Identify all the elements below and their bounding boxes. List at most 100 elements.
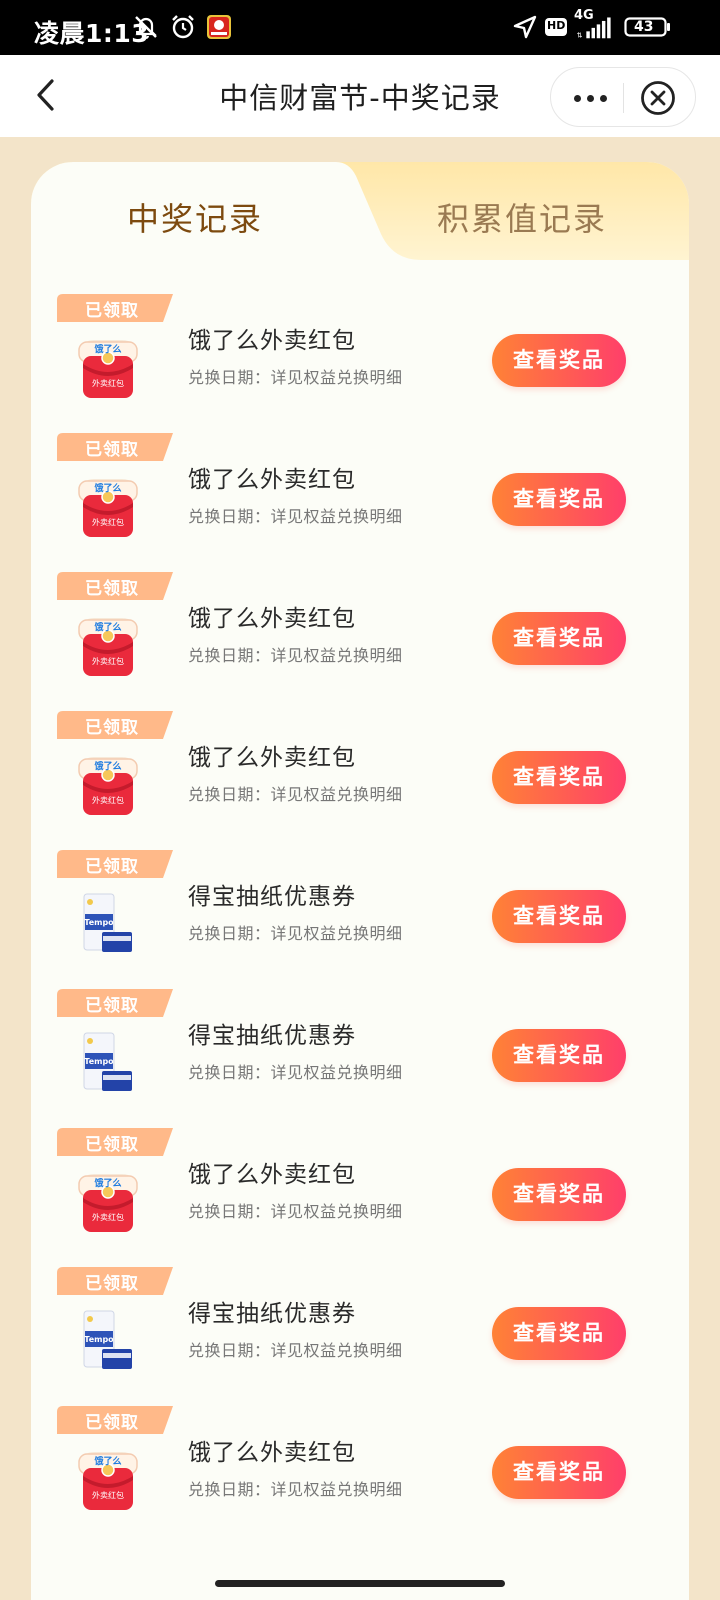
signal-strength-icon: ⇅ xyxy=(577,17,611,39)
claimed-badge-label: 已领取 xyxy=(85,718,139,738)
record-row: 已领取 饿了么 外卖红包 饿了么外卖红包 兑换日期：详见权益兑换明细 查看奖品 xyxy=(31,711,689,850)
redeem-date: 兑换日期：详见权益兑换明细 xyxy=(188,646,403,665)
view-prize-button[interactable]: 查看奖品 xyxy=(492,1168,626,1221)
tissue-pack-icon: Tempo xyxy=(76,890,140,958)
svg-text:饿了么: 饿了么 xyxy=(93,1455,121,1467)
redeem-date: 兑换日期：详见权益兑换明细 xyxy=(188,785,403,804)
record-row: 已领取 饿了么 外卖红包 饿了么外卖红包 兑换日期：详见权益兑换明细 查看奖品 xyxy=(31,294,689,433)
tissue-pack-icon: Tempo xyxy=(76,1029,140,1097)
view-prize-button[interactable]: 查看奖品 xyxy=(492,612,626,665)
chevron-left-icon xyxy=(37,79,54,111)
redeem-date: 兑换日期：详见权益兑换明细 xyxy=(188,1202,403,1221)
page-title: 中信财富节-中奖记录 xyxy=(219,81,501,115)
prize-name: 得宝抽纸优惠券 xyxy=(188,1301,356,1327)
record-row: 已领取 Tempo 得宝抽纸优惠券 兑换日期：详见权益兑换明细 查看奖品 xyxy=(31,850,689,989)
claimed-badge-label: 已领取 xyxy=(85,1274,139,1294)
record-row: 已领取 饿了么 外卖红包 饿了么外卖红包 兑换日期：详见权益兑换明细 查看奖品 xyxy=(31,572,689,711)
claimed-badge-label: 已领取 xyxy=(85,996,139,1016)
svg-text:饿了么: 饿了么 xyxy=(93,760,121,772)
svg-text:外卖红包: 外卖红包 xyxy=(92,795,124,805)
record-row: 已领取 饿了么 外卖红包 饿了么外卖红包 兑换日期：详见权益兑换明细 查看奖品 xyxy=(31,1406,689,1545)
svg-text:⇅: ⇅ xyxy=(577,31,583,39)
back-button[interactable] xyxy=(26,75,66,115)
nav-bar: 中信财富节-中奖记录 xyxy=(0,55,720,137)
svg-text:饿了么: 饿了么 xyxy=(93,621,121,633)
close-button[interactable] xyxy=(640,80,676,116)
claimed-badge: 已领取 xyxy=(57,1406,173,1434)
claimed-badge-label: 已领取 xyxy=(85,440,139,460)
view-prize-button[interactable]: 查看奖品 xyxy=(492,1307,626,1360)
claimed-badge: 已领取 xyxy=(57,989,173,1017)
claimed-badge-label: 已领取 xyxy=(85,1135,139,1155)
svg-text:饿了么: 饿了么 xyxy=(93,1177,121,1189)
red-envelope-icon: 饿了么 外卖红包 xyxy=(76,473,140,541)
claimed-badge: 已领取 xyxy=(57,711,173,739)
tab-prize-records[interactable]: 中奖记录 xyxy=(127,194,263,240)
redeem-date: 兑换日期：详见权益兑换明细 xyxy=(188,1341,403,1360)
svg-text:外卖红包: 外卖红包 xyxy=(92,656,124,666)
svg-text:饿了么: 饿了么 xyxy=(93,482,121,494)
claimed-badge-label: 已领取 xyxy=(85,1413,139,1433)
prize-name: 得宝抽纸优惠券 xyxy=(188,884,356,910)
svg-text:外卖红包: 外卖红包 xyxy=(92,1212,124,1222)
mini-program-capsule xyxy=(550,67,696,127)
location-icon xyxy=(513,15,537,39)
svg-text:Tempo: Tempo xyxy=(84,1057,114,1066)
tab-accumulated-records[interactable]: 积累值记录 xyxy=(437,194,607,240)
more-button[interactable] xyxy=(565,78,615,118)
red-envelope-icon: 饿了么 外卖红包 xyxy=(76,751,140,819)
tissue-pack-icon: Tempo xyxy=(76,1307,140,1375)
redeem-date: 兑换日期：详见权益兑换明细 xyxy=(188,1480,403,1499)
svg-text:外卖红包: 外卖红包 xyxy=(92,378,124,388)
claimed-badge: 已领取 xyxy=(57,1128,173,1156)
svg-text:饿了么: 饿了么 xyxy=(93,343,121,355)
prize-name: 饿了么外卖红包 xyxy=(188,328,356,354)
svg-text:外卖红包: 外卖红包 xyxy=(92,517,124,527)
claimed-badge: 已领取 xyxy=(57,572,173,600)
svg-text:Tempo: Tempo xyxy=(84,1335,114,1344)
prize-name: 饿了么外卖红包 xyxy=(188,606,356,632)
view-prize-button[interactable]: 查看奖品 xyxy=(492,1029,626,1082)
red-envelope-icon: 饿了么 外卖红包 xyxy=(76,1446,140,1514)
view-prize-button[interactable]: 查看奖品 xyxy=(492,334,626,387)
battery-level: 43 xyxy=(634,19,654,35)
record-row: 已领取 Tempo 得宝抽纸优惠券 兑换日期：详见权益兑换明细 查看奖品 xyxy=(31,989,689,1128)
red-envelope-icon: 饿了么 外卖红包 xyxy=(76,612,140,680)
home-indicator[interactable] xyxy=(215,1580,505,1587)
svg-text:外卖红包: 外卖红包 xyxy=(92,1490,124,1500)
view-prize-button[interactable]: 查看奖品 xyxy=(492,890,626,943)
claimed-badge-label: 已领取 xyxy=(85,857,139,877)
capsule-divider xyxy=(623,83,624,113)
redeem-date: 兑换日期：详见权益兑换明细 xyxy=(188,507,403,526)
redeem-date: 兑换日期：详见权益兑换明细 xyxy=(188,368,403,387)
prize-name: 饿了么外卖红包 xyxy=(188,745,356,771)
record-row: 已领取 Tempo 得宝抽纸优惠券 兑换日期：详见权益兑换明细 查看奖品 xyxy=(31,1267,689,1406)
red-envelope-icon: 饿了么 外卖红包 xyxy=(76,334,140,402)
redeem-date: 兑换日期：详见权益兑换明细 xyxy=(188,1063,403,1082)
hd-label: HD xyxy=(547,19,566,32)
more-dot xyxy=(586,94,594,102)
view-prize-button[interactable]: 查看奖品 xyxy=(492,751,626,804)
claimed-badge-label: 已领取 xyxy=(85,301,139,321)
records-card: 中奖记录 积累值记录 已领取 饿了么 外卖红包 饿了么外卖红包 兑换日期：详见权… xyxy=(31,162,689,1600)
prize-name: 得宝抽纸优惠券 xyxy=(188,1023,356,1049)
claimed-badge: 已领取 xyxy=(57,1267,173,1295)
view-prize-button[interactable]: 查看奖品 xyxy=(492,1446,626,1499)
red-envelope-icon: 饿了么 外卖红包 xyxy=(76,1168,140,1236)
prize-name: 饿了么外卖红包 xyxy=(188,1162,356,1188)
prize-name: 饿了么外卖红包 xyxy=(188,1440,356,1466)
app-notification-icon xyxy=(207,15,231,39)
svg-text:Tempo: Tempo xyxy=(84,918,114,927)
view-prize-button[interactable]: 查看奖品 xyxy=(492,473,626,526)
claimed-badge: 已领取 xyxy=(57,850,173,878)
prize-name: 饿了么外卖红包 xyxy=(188,467,356,493)
more-dot xyxy=(599,94,607,102)
more-dot xyxy=(573,94,581,102)
claimed-badge: 已领取 xyxy=(57,433,173,461)
redeem-date: 兑换日期：详见权益兑换明细 xyxy=(188,924,403,943)
notification-muted-icon xyxy=(135,16,157,39)
claimed-badge-label: 已领取 xyxy=(85,579,139,599)
record-row: 已领取 饿了么 外卖红包 饿了么外卖红包 兑换日期：详见权益兑换明细 查看奖品 xyxy=(31,433,689,572)
tab-panel-top xyxy=(317,260,689,280)
claimed-badge: 已领取 xyxy=(57,294,173,322)
